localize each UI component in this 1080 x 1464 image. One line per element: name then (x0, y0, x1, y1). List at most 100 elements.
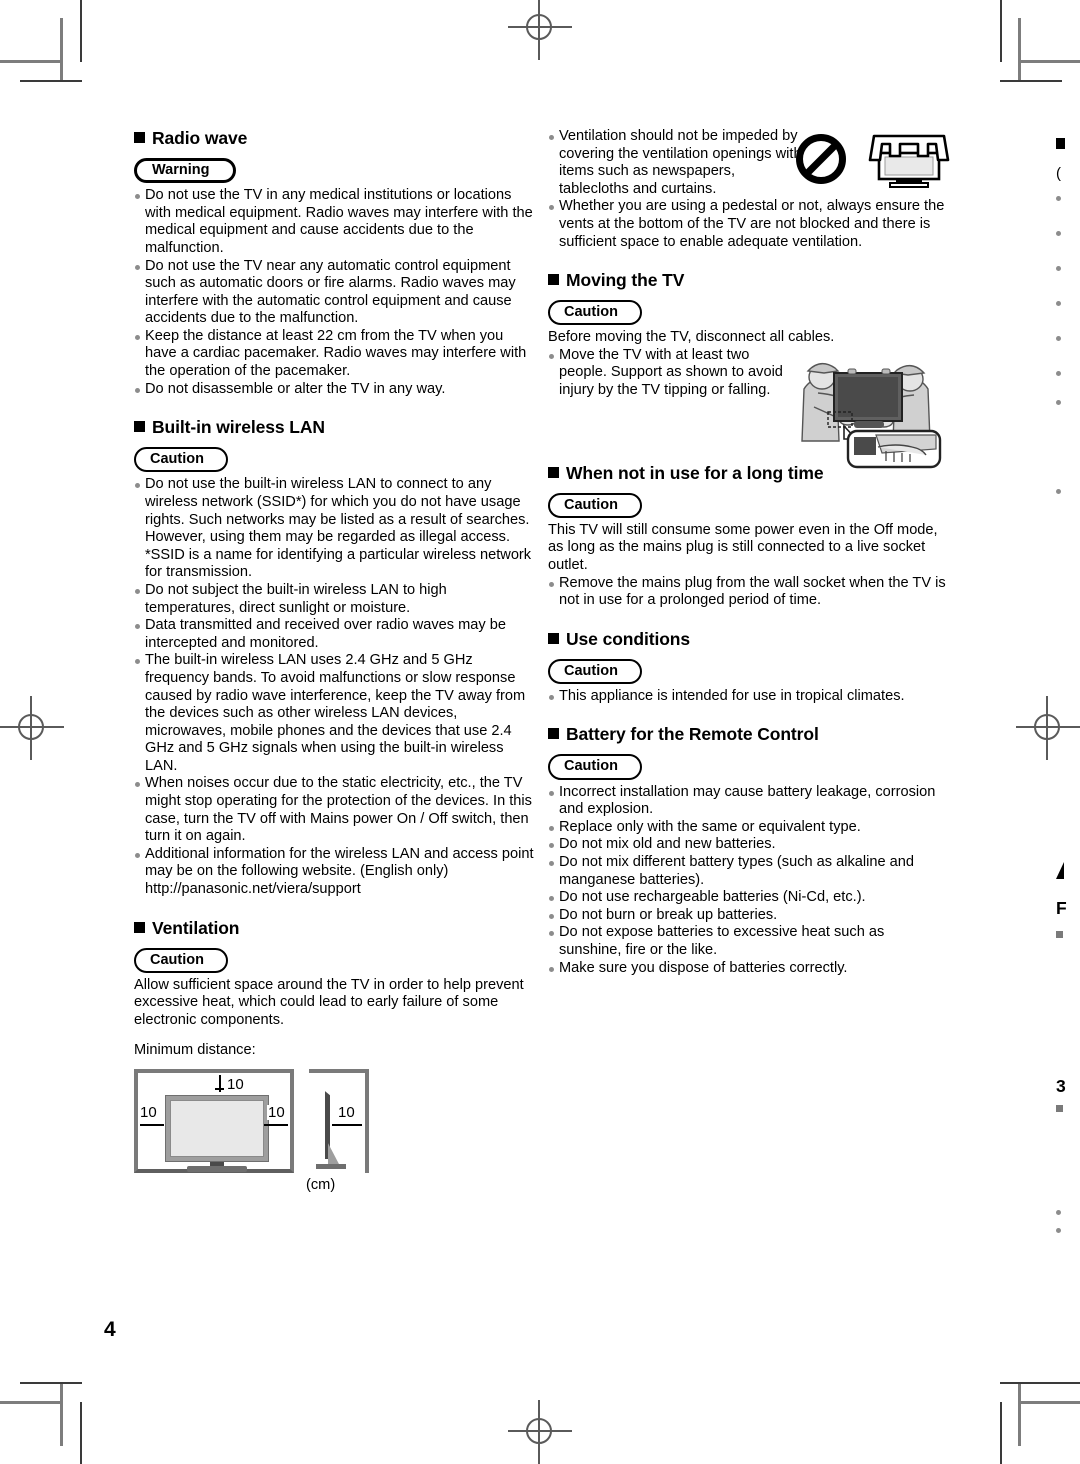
list-square-icon (1056, 1105, 1063, 1112)
list-wireless-lan: Do not use the built-in wireless LAN to … (134, 476, 534, 898)
badge-caution: Caution (548, 492, 642, 518)
list-item: Whether you are using a pedestal or not,… (548, 198, 948, 251)
list-item: Additional information for the wireless … (134, 846, 534, 899)
list-item: Incorrect installation may cause battery… (548, 784, 948, 819)
section-square-icon (134, 132, 145, 143)
wall-right (365, 1069, 369, 1174)
right-column: Ventilation should not be impeded by cov… (548, 128, 951, 978)
list-item: Do not use rechargeable batteries (Ni-Cd… (548, 889, 948, 907)
dimension-left: 10 (139, 1104, 158, 1122)
ventilation-clearance-diagram: 10 10 10 10 (cm) (134, 1069, 369, 1197)
list-item: Replace only with the same or equivalent… (548, 819, 948, 837)
list-item: Do not mix old and new batteries. (548, 836, 948, 854)
section-square-icon (1056, 138, 1065, 149)
list-item: Do not burn or break up batteries. (548, 907, 948, 925)
list-bullet-icon (1056, 266, 1061, 271)
heading-ventilation: Ventilation (134, 918, 534, 939)
badge-warning: Warning (134, 158, 237, 184)
dimension-line-side (332, 1124, 362, 1126)
list-item: Do not use the built-in wireless LAN to … (134, 476, 534, 546)
list-item: Do not disassemble or alter the TV in an… (134, 381, 534, 399)
two-people-carrying-tv-illustration (801, 362, 942, 469)
list-radio-wave: Do not use the TV in any medical institu… (134, 187, 534, 398)
tv-stand-prop (328, 1143, 339, 1165)
list-item: The built-in wireless LAN uses 2.4 GHz a… (134, 652, 534, 775)
list-square-icon (1056, 931, 1063, 938)
section-square-icon (548, 466, 559, 478)
heading-built-in-wireless-lan: Built-in wireless LAN (134, 417, 534, 438)
badge-caution: Caution (548, 658, 642, 684)
list-battery: Incorrect installation may cause battery… (548, 784, 948, 978)
list-bullet-icon (1056, 1228, 1061, 1233)
page-number: 4 (104, 1318, 116, 1341)
dimension-right: 10 (267, 1104, 286, 1122)
dimension-line-right (264, 1124, 288, 1126)
list-item: This appliance is intended for use in tr… (548, 688, 948, 706)
list-item: Do not use the TV near any automatic con… (134, 258, 534, 328)
not-in-use-intro: This TV will still consume some power ev… (548, 521, 938, 573)
badge-edge-fragment: ( (1056, 165, 1061, 182)
tv-covered-by-cloth-icon (868, 134, 950, 188)
badge-caution: Caution (134, 447, 228, 473)
list-item: Make sure you dispose of batteries corre… (548, 960, 948, 978)
list-item: Ventilation should not be impeded by cov… (548, 128, 805, 198)
moving-tv-intro: Before moving the TV, disconnect all cab… (548, 329, 835, 346)
list-item: Do not use the TV in any medical institu… (134, 187, 534, 257)
dimension-unit: (cm) (306, 1177, 336, 1194)
section-square-icon (134, 421, 145, 433)
badge-caution: Caution (134, 947, 228, 973)
tv-front-view (134, 1069, 294, 1174)
badge-caution: Caution (548, 300, 642, 326)
tv-stand-foot (316, 1164, 346, 1170)
dimension-top: 10 (226, 1076, 245, 1094)
manual-page: Radio wave Warning Do not use the TV in … (0, 0, 1080, 1464)
list-item: Data transmitted and received over radio… (134, 617, 534, 652)
section-square-icon (548, 632, 559, 644)
tv-body-icon (165, 1095, 269, 1163)
list-item: When noises occur due to the static elec… (134, 775, 534, 845)
list-item: Do not mix different battery types (such… (548, 854, 948, 889)
list-bullet-icon (1056, 336, 1061, 341)
ssid-note: *SSID is a name for identifying a partic… (145, 546, 532, 581)
heading-radio-wave: Radio wave (134, 128, 534, 149)
tv-side-view (309, 1069, 369, 1174)
list-bullet-icon (1056, 231, 1061, 236)
left-column: Radio wave Warning Do not use the TV in … (134, 128, 534, 1197)
list-bullet-icon (1056, 1210, 1061, 1215)
list-item: Move the TV with at least two people. Su… (548, 347, 791, 400)
list-bullet-icon (1056, 196, 1061, 201)
heading-battery-remote-control: Battery for the Remote Control (548, 724, 948, 745)
wall-top (309, 1069, 369, 1074)
prohibition-slash (803, 141, 839, 177)
tv-stand-base (187, 1166, 247, 1173)
heading-use-conditions: Use conditions (548, 629, 948, 650)
list-item: Keep the distance at least 22 cm from th… (134, 328, 534, 381)
list-not-in-use: Remove the mains plug from the wall sock… (548, 575, 948, 610)
section-square-icon (134, 921, 145, 933)
list-bullet-icon (1056, 301, 1061, 306)
do-not-cover-illustration (796, 130, 951, 192)
ventilation-body: Allow sufficient space around the TV in … (134, 976, 524, 1028)
cut-off-column: ( F 3 (1052, 128, 1080, 1328)
list-item: Do not subject the built-in wireless LAN… (134, 582, 534, 617)
dimension-side: 10 (337, 1104, 356, 1122)
badge-caution: Caution (548, 754, 642, 780)
list-item: Remove the mains plug from the wall sock… (548, 575, 948, 610)
dimension-line-left (140, 1124, 164, 1126)
text-fragment: 3 (1056, 1076, 1066, 1096)
minimum-distance-label: Minimum distance: (134, 1041, 256, 1058)
tv-screen (170, 1100, 264, 1158)
section-square-icon (548, 274, 559, 286)
list-use-conditions: This appliance is intended for use in tr… (548, 688, 948, 706)
dimension-arrow-top (215, 1088, 224, 1090)
list-bullet-icon (1056, 489, 1061, 494)
triangle-fragment (1056, 862, 1064, 879)
list-bullet-icon (1056, 371, 1061, 376)
moving-tv-block: Move the TV with at least two people. Su… (548, 347, 948, 469)
section-square-icon (548, 728, 559, 740)
list-item: Do not expose batteries to excessive hea… (548, 924, 948, 959)
text-fragment: F (1056, 898, 1067, 918)
ventilation-continued-block: Ventilation should not be impeded by cov… (548, 128, 951, 251)
heading-moving-the-tv: Moving the TV (548, 270, 948, 291)
list-bullet-icon (1056, 400, 1061, 405)
